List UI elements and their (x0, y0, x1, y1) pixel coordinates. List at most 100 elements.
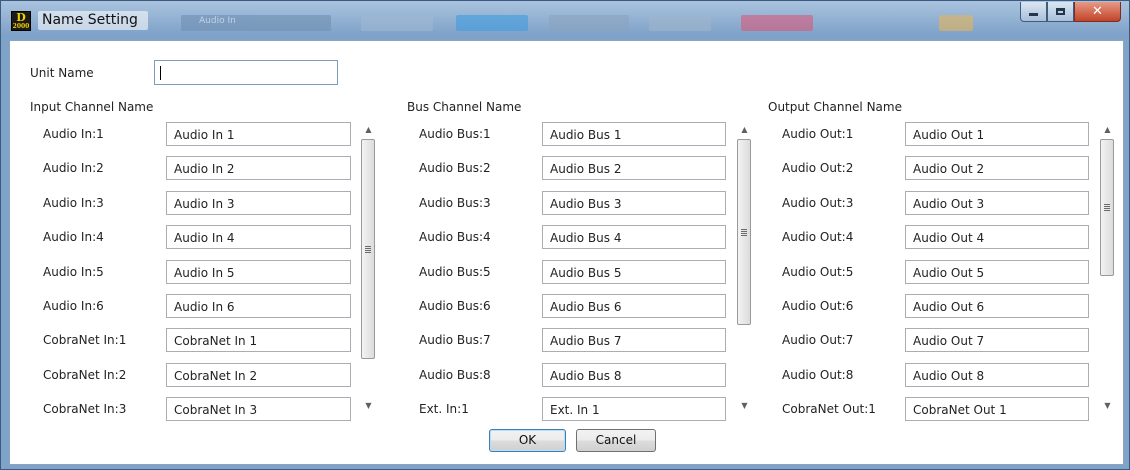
output-channel-row: Audio Out:4 Audio Out 4 (782, 225, 1089, 250)
input-channel-row: Audio In:2 Audio In 2 (43, 156, 351, 181)
dialog-body: Unit Name Input Channel Name Audio In:1 A… (9, 40, 1124, 465)
bus-channel-label: Audio Bus:6 (419, 299, 491, 313)
output-channel-name-input[interactable]: Audio Out 8 (905, 362, 1089, 387)
input-channel-row: CobraNet In:2 CobraNet In 2 (43, 362, 351, 387)
output-channel-name-input[interactable]: Audio Out 4 (905, 225, 1089, 250)
input-channel-name-input[interactable]: CobraNet In 1 (166, 328, 351, 353)
unit-name-label: Unit Name (30, 66, 94, 80)
input-channel-label: Audio In:1 (43, 127, 104, 141)
output-channel-label: Audio Out:6 (782, 299, 854, 313)
bus-channel-name-input[interactable]: Ext. In 1 (542, 397, 726, 422)
output-channel-name-input[interactable]: Audio Out 6 (905, 294, 1089, 318)
input-channel-row: Audio In:3 Audio In 3 (43, 190, 351, 215)
bus-channel-name-input[interactable]: Audio Bus 5 (542, 259, 726, 284)
bus-channel-name-input[interactable]: Audio Bus 3 (542, 190, 726, 215)
bus-channel-label: Audio Bus:5 (419, 264, 491, 279)
bus-channel-label: Audio Bus:1 (419, 127, 491, 141)
output-channel-row: CobraNet Out:1 CobraNet Out 1 (782, 397, 1089, 422)
output-channel-row: Audio Out:7 Audio Out 7 (782, 328, 1089, 353)
bus-channel-row: Audio Bus:4 Audio Bus 4 (419, 225, 726, 250)
input-channel-group-title: Input Channel Name (30, 100, 154, 114)
unit-name-input[interactable] (154, 60, 338, 85)
scroll-thumb[interactable] (737, 139, 751, 325)
input-channel-name-input[interactable]: CobraNet In 3 (166, 397, 351, 422)
title-bar[interactable]: Audio In D 2000 Name Setting ✕ (1, 1, 1129, 39)
bus-channel-name-input[interactable]: Audio Bus 1 (542, 122, 726, 146)
input-channel-label: CobraNet In:1 (43, 333, 127, 348)
close-button[interactable]: ✕ (1074, 2, 1121, 22)
input-channel-row: Audio In:6 Audio In 6 (43, 294, 351, 318)
bus-channel-row: Audio Bus:7 Audio Bus 7 (419, 328, 726, 353)
bus-channel-scrollbar[interactable]: ▲ ▼ (736, 121, 753, 414)
input-channel-row: Audio In:4 Audio In 4 (43, 225, 351, 250)
input-channel-name-input[interactable]: Audio In 5 (166, 259, 351, 284)
input-channel-label: CobraNet In:3 (43, 402, 127, 417)
output-channel-name-input[interactable]: CobraNet Out 1 (905, 397, 1089, 422)
window-title: Name Setting (38, 11, 148, 30)
close-icon: ✕ (1092, 4, 1103, 19)
input-channel-name-input[interactable]: Audio In 2 (166, 156, 351, 181)
arrow-down-icon[interactable]: ▼ (1099, 397, 1116, 414)
output-channel-name-input[interactable]: Audio Out 7 (905, 328, 1089, 353)
output-channel-row: Audio Out:2 Audio Out 2 (782, 156, 1089, 181)
bus-channel-label: Audio Bus:7 (419, 333, 491, 348)
background-blur (456, 15, 528, 31)
bus-channel-name-input[interactable]: Audio Bus 2 (542, 156, 726, 181)
output-channel-name-input[interactable]: Audio Out 1 (905, 122, 1089, 146)
scroll-thumb[interactable] (1100, 139, 1114, 276)
minimize-button[interactable] (1020, 2, 1047, 22)
input-channel-label: Audio In:6 (43, 299, 104, 313)
output-channel-label: CobraNet Out:1 (782, 402, 876, 417)
input-channel-label: Audio In:2 (43, 161, 104, 176)
output-channel-name-input[interactable]: Audio Out 5 (905, 259, 1089, 284)
arrow-up-icon[interactable]: ▲ (360, 121, 377, 138)
input-channel-name-input[interactable]: Audio In 3 (166, 190, 351, 215)
cancel-button[interactable]: Cancel (576, 429, 656, 452)
arrow-down-icon[interactable]: ▼ (736, 397, 753, 414)
bus-channel-name-input[interactable]: Audio Bus 7 (542, 328, 726, 353)
output-channel-label: Audio Out:7 (782, 333, 854, 348)
bus-channel-label: Audio Bus:8 (419, 367, 491, 382)
input-channel-name-input[interactable]: Audio In 6 (166, 294, 351, 318)
bus-channel-row: Audio Bus:6 Audio Bus 6 (419, 294, 726, 318)
output-channel-scrollbar[interactable]: ▲ ▼ (1099, 121, 1116, 414)
output-channel-name-input[interactable]: Audio Out 2 (905, 156, 1089, 181)
background-text: Audio In (199, 16, 236, 26)
output-channel-label: Audio Out:4 (782, 230, 854, 245)
input-channel-scrollbar[interactable]: ▲ ▼ (360, 121, 377, 414)
bus-channel-row: Audio Bus:1 Audio Bus 1 (419, 122, 726, 146)
background-blur (741, 15, 813, 31)
background-blur (549, 15, 629, 31)
bus-channel-name-input[interactable]: Audio Bus 6 (542, 294, 726, 318)
app-logo-number: 2000 (12, 23, 30, 30)
output-channel-row: Audio Out:5 Audio Out 5 (782, 259, 1089, 284)
background-blur (649, 15, 711, 31)
arrow-up-icon[interactable]: ▲ (736, 121, 753, 138)
arrow-up-icon[interactable]: ▲ (1099, 121, 1116, 138)
input-channel-name-input[interactable]: Audio In 4 (166, 225, 351, 250)
output-channel-group-title: Output Channel Name (768, 100, 902, 114)
ok-button[interactable]: OK (489, 429, 566, 452)
maximize-button[interactable] (1047, 2, 1074, 22)
background-blur (939, 15, 973, 31)
output-channel-row: Audio Out:8 Audio Out 8 (782, 362, 1089, 387)
bus-channel-group-title: Bus Channel Name (407, 100, 522, 114)
text-caret (160, 66, 161, 80)
bus-channel-row: Audio Bus:5 Audio Bus 5 (419, 259, 726, 284)
output-channel-row: Audio Out:3 Audio Out 3 (782, 190, 1089, 215)
output-channel-label: Audio Out:8 (782, 367, 854, 382)
bus-channel-label: Audio Bus:4 (419, 230, 491, 245)
input-channel-name-input[interactable]: CobraNet In 2 (166, 362, 351, 387)
scroll-thumb[interactable] (361, 139, 375, 359)
output-channel-name-input[interactable]: Audio Out 3 (905, 190, 1089, 215)
input-channel-name-input[interactable]: Audio In 1 (166, 122, 351, 146)
input-channel-label: Audio In:5 (43, 264, 104, 279)
bus-channel-name-input[interactable]: Audio Bus 4 (542, 225, 726, 250)
input-channel-label: CobraNet In:2 (43, 367, 127, 382)
bus-channel-label: Audio Bus:2 (419, 161, 491, 176)
window-controls: ✕ (1020, 2, 1121, 24)
arrow-down-icon[interactable]: ▼ (360, 397, 377, 414)
bus-channel-name-input[interactable]: Audio Bus 8 (542, 362, 726, 387)
input-channel-label: Audio In:3 (43, 195, 104, 210)
output-channel-label: Audio Out:3 (782, 195, 854, 210)
